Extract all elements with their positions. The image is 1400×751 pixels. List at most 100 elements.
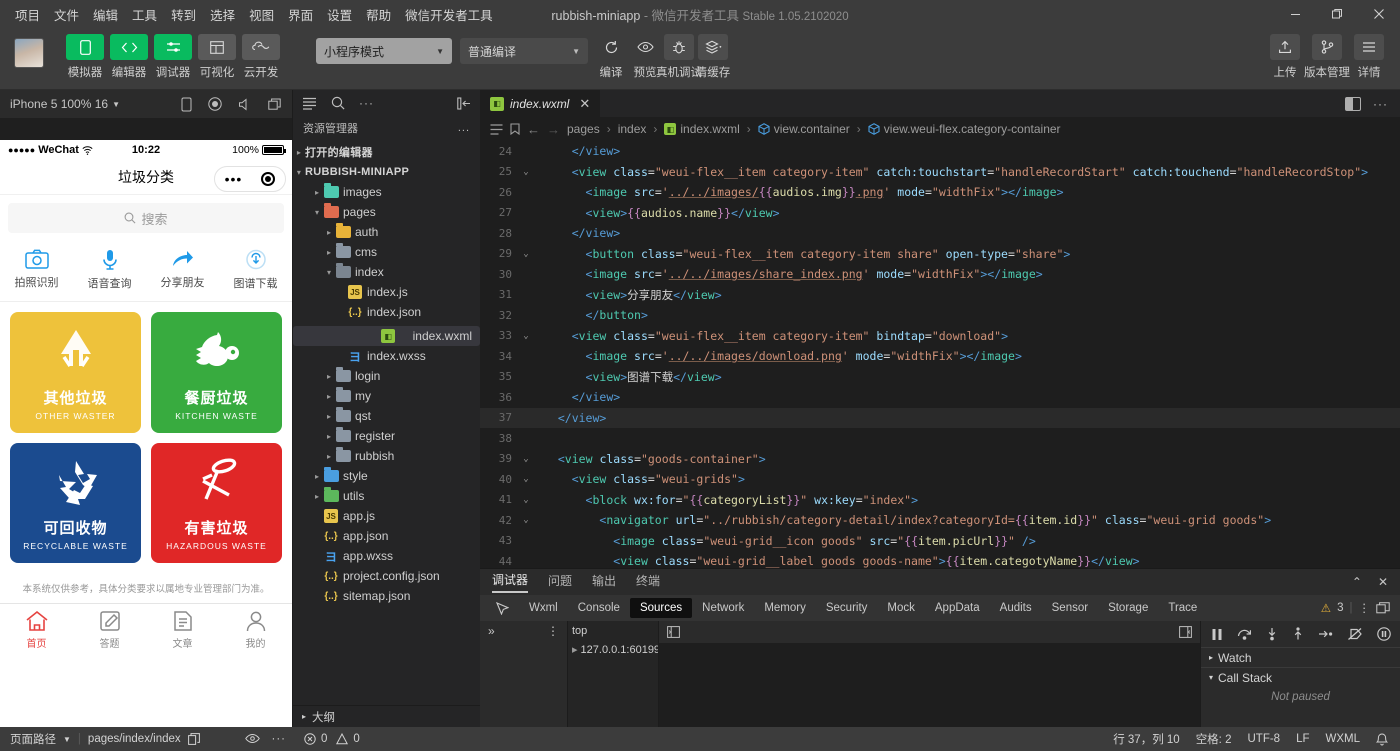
code-line[interactable]: 32 </button>: [480, 305, 1400, 326]
close-panel-icon[interactable]: ✕: [1378, 575, 1388, 589]
explorer-more-icon[interactable]: ...: [458, 122, 470, 134]
fold-chevron-icon[interactable]: ⌄: [518, 249, 534, 259]
code-line[interactable]: 39⌄ <view class="goods-container">: [480, 449, 1400, 470]
close-button[interactable]: [1358, 0, 1400, 28]
devtools-tab-security[interactable]: Security: [816, 598, 878, 618]
devtools-tab-wxml[interactable]: Wxml: [519, 598, 568, 618]
quick-action-share[interactable]: 分享朋友: [146, 249, 219, 291]
quick-action-photo[interactable]: 拍照识别: [0, 249, 73, 291]
code-line[interactable]: 42⌄ <navigator url="../rubbish/category-…: [480, 510, 1400, 531]
fold-chevron-icon[interactable]: ⌄: [518, 331, 534, 341]
devtools-tab-sensor[interactable]: Sensor: [1042, 598, 1098, 618]
split-editor-icon[interactable]: [1345, 97, 1361, 111]
record-icon[interactable]: [208, 97, 222, 111]
tree-item-cms[interactable]: ▸cms: [293, 242, 480, 262]
devtools-tab-storage[interactable]: Storage: [1098, 598, 1158, 618]
breadcrumb-index[interactable]: index: [618, 122, 647, 136]
devtools-tab-sources[interactable]: Sources: [630, 598, 692, 618]
devtools-tab-trace[interactable]: Trace: [1158, 598, 1207, 618]
pause-exceptions-icon[interactable]: [1377, 627, 1391, 641]
copy-icon[interactable]: [188, 733, 200, 745]
fold-chevron-icon[interactable]: ⌄: [518, 454, 534, 464]
toolbar-debugger-button[interactable]: 调试器: [154, 34, 192, 80]
language-mode[interactable]: WXML: [1326, 733, 1361, 745]
fold-chevron-icon[interactable]: ⌄: [518, 495, 534, 505]
tree-item-register[interactable]: ▸register: [293, 426, 480, 446]
category-card-recyclable[interactable]: 可回收物 RECYCLABLE WASTE: [10, 443, 141, 564]
tree-item-auth[interactable]: ▸auth: [293, 222, 480, 242]
toolbar-clearcache-button[interactable]: 清缓存: [696, 34, 730, 80]
panel-tab-problems[interactable]: 问题: [548, 572, 572, 592]
tree-item-index[interactable]: ▾index: [293, 262, 480, 282]
toolbar-realdevice-button[interactable]: 真机调试: [662, 34, 696, 80]
files-icon[interactable]: [302, 97, 317, 110]
code-line[interactable]: 28 </view>: [480, 223, 1400, 244]
toolbar-cloud-button[interactable]: 云开发: [242, 34, 280, 80]
fold-chevron-icon[interactable]: ⌄: [518, 167, 534, 177]
encoding[interactable]: UTF-8: [1247, 733, 1280, 745]
code-line[interactable]: 43 <image class="weui-grid__icon goods" …: [480, 531, 1400, 552]
step-into-icon[interactable]: [1266, 627, 1278, 641]
code-line[interactable]: 30 <image src='../../images/share_index.…: [480, 264, 1400, 285]
compile-select[interactable]: 普通编译 ▼: [460, 38, 588, 64]
more-dots-icon[interactable]: •••: [225, 172, 243, 186]
category-card-other[interactable]: 其他垃圾 OTHER WASTER: [10, 312, 141, 433]
tree-project-root[interactable]: ▾ RUBBISH-MINIAPP: [293, 162, 480, 182]
category-card-kitchen[interactable]: 餐厨垃圾 KITCHEN WASTE: [151, 312, 282, 433]
tree-item-project-config-json[interactable]: {..}project.config.json: [293, 566, 480, 586]
panel-tab-output[interactable]: 输出: [592, 572, 616, 592]
tree-item-pages[interactable]: ▾pages: [293, 202, 480, 222]
window-icon[interactable]: [268, 98, 282, 111]
devtools-tab-network[interactable]: Network: [692, 598, 754, 618]
devtools-tab-audits[interactable]: Audits: [990, 598, 1042, 618]
panel-tab-debugger[interactable]: 调试器: [492, 571, 528, 593]
restore-button[interactable]: [1316, 0, 1358, 28]
code-editor[interactable]: 24 </view>25⌄ <view class="weui-flex__it…: [480, 141, 1400, 568]
deactivate-breakpoints-icon[interactable]: [1347, 627, 1363, 641]
breadcrumb-file[interactable]: ◧ index.wxml: [664, 122, 739, 136]
code-line[interactable]: 35 <view>图谱下载</view>: [480, 367, 1400, 388]
tree-item-images[interactable]: ▸images: [293, 182, 480, 202]
bookmark-icon[interactable]: [510, 123, 520, 135]
phone-icon[interactable]: [181, 97, 192, 112]
close-circle-icon[interactable]: [261, 172, 275, 186]
code-line[interactable]: 24 </view>: [480, 141, 1400, 162]
code-line[interactable]: 41⌄ <block wx:for="{{categoryList}}" wx:…: [480, 490, 1400, 511]
devtools-tab-memory[interactable]: Memory: [754, 598, 816, 618]
menu-item-devtools[interactable]: 微信开发者工具: [398, 1, 500, 28]
eye-icon[interactable]: [245, 733, 260, 745]
category-card-hazardous[interactable]: 有害垃圾 HAZARDOUS WASTE: [151, 443, 282, 564]
quick-action-voice[interactable]: 语音查询: [73, 249, 146, 291]
toolbar-version-button[interactable]: 版本管理: [1310, 34, 1344, 80]
quick-action-download[interactable]: 图谱下载: [219, 249, 292, 291]
menu-item-file[interactable]: 文件: [47, 1, 86, 28]
toolbar-visual-button[interactable]: 可视化: [198, 34, 236, 80]
menu-item-view[interactable]: 视图: [242, 1, 281, 28]
pause-icon[interactable]: [1211, 628, 1223, 641]
tabbar-item-home[interactable]: 首页: [0, 604, 73, 655]
devtools-tab-console[interactable]: Console: [568, 598, 630, 618]
devtools-tab-appdata[interactable]: AppData: [925, 598, 990, 618]
show-navigator-icon[interactable]: [667, 626, 680, 638]
code-line[interactable]: 26 <image src='../../images/{{audios.img…: [480, 182, 1400, 203]
sources-tree-top[interactable]: top: [568, 621, 658, 640]
panel-tab-terminal[interactable]: 终端: [636, 572, 660, 592]
code-line[interactable]: 33⌄ <view class="weui-flex__item categor…: [480, 326, 1400, 347]
tree-item-rubbish[interactable]: ▸rubbish: [293, 446, 480, 466]
status-page-path-label[interactable]: 页面路径: [10, 731, 56, 747]
tree-item-index-wxss[interactable]: ヨindex.wxss: [293, 346, 480, 366]
watch-section[interactable]: ▸ Watch: [1201, 647, 1400, 667]
tree-item-style[interactable]: ▸style: [293, 466, 480, 486]
search-icon[interactable]: [331, 96, 345, 110]
search-input[interactable]: 搜索: [8, 203, 284, 233]
menu-item-project[interactable]: 项目: [8, 1, 47, 28]
menu-item-help[interactable]: 帮助: [359, 1, 398, 28]
collapse-sidebar-icon[interactable]: [457, 97, 471, 110]
nav-back-icon[interactable]: ←: [527, 122, 540, 137]
code-line[interactable]: 29⌄ <button class="weui-flex__item categ…: [480, 244, 1400, 265]
device-selector[interactable]: iPhone 5 100% 16 ▼: [10, 97, 120, 111]
code-line[interactable]: 27 <view>{{audios.name}}</view>: [480, 203, 1400, 224]
step-icon[interactable]: [1318, 628, 1333, 640]
avatar[interactable]: [14, 38, 44, 68]
indentation[interactable]: 空格: 2: [1196, 731, 1232, 747]
